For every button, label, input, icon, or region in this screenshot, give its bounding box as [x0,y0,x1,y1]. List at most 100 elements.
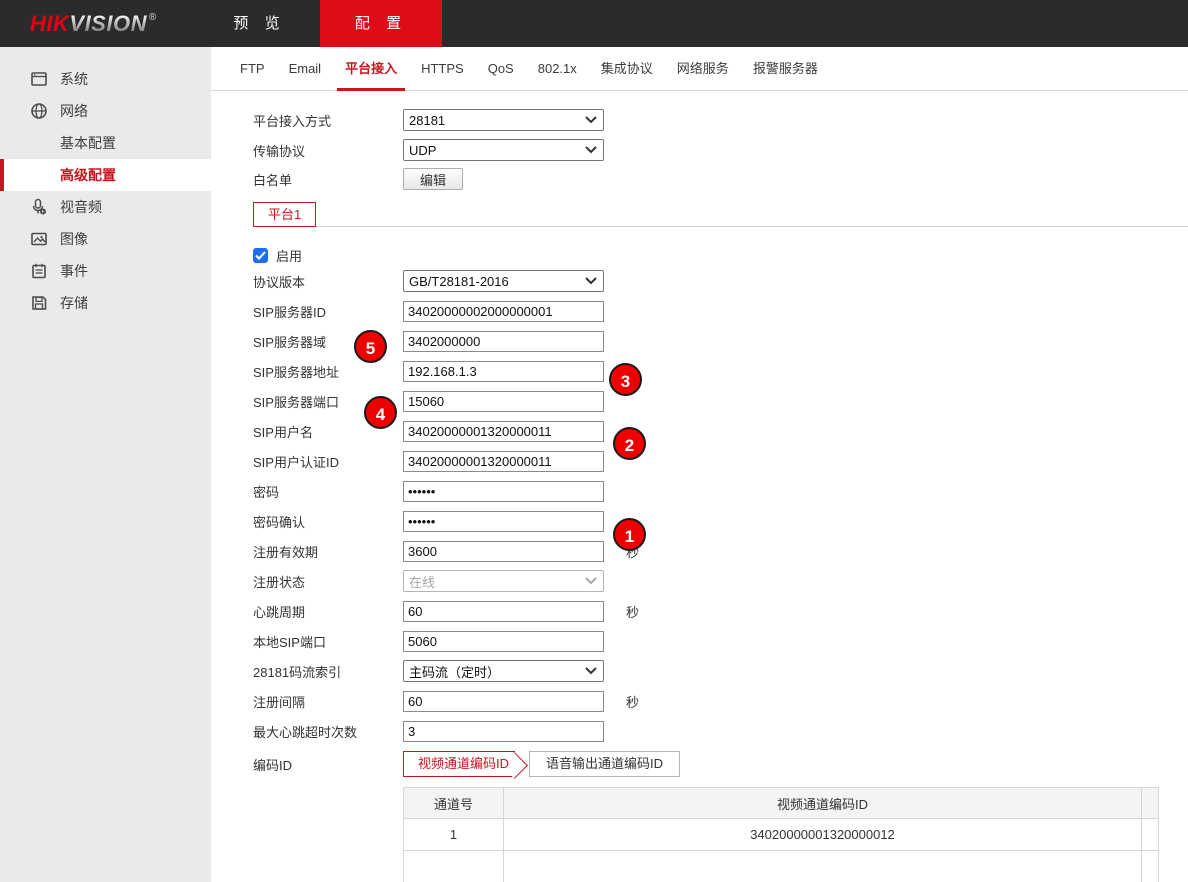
form-row-register-validity: 注册有效期 秒 [253,540,639,562]
stream-index-select[interactable]: 主码流（定时） [403,660,604,682]
protocol-version-select[interactable]: GB/T28181-2016 [403,270,604,292]
tab-8021x[interactable]: 802.1x [526,47,589,90]
channel-number-cell: 1 [404,819,504,851]
platform-tab-divider [316,226,1188,227]
encode-id-label: 编码ID [253,755,403,774]
password-label: 密码 [253,482,403,501]
password-confirm-input[interactable] [403,511,604,532]
network-settings-tabs: FTP Email 平台接入 HTTPS QoS 802.1x 集成协议 网络服… [211,47,1188,91]
sip-auth-id-label: SIP用户认证ID [253,452,403,471]
callout-badge-3: 3 [609,363,642,396]
tab-audio-output-channel-encode-id[interactable]: 语音输出通道编码ID [529,751,680,777]
table-row[interactable] [404,851,1159,882]
tab-integration-protocol[interactable]: 集成协议 [589,47,665,90]
tab-platform-access[interactable]: 平台接入 [333,47,409,90]
whitelist-edit-button[interactable]: 编辑 [403,168,463,190]
sidebar-item-basic-config[interactable]: 基本配置 [0,127,211,159]
sidebar-item-event[interactable]: 事件 [0,255,211,287]
sip-server-id-input[interactable] [403,301,604,322]
register-interval-input[interactable] [403,691,604,712]
sip-username-input[interactable] [403,421,604,442]
sip-server-port-input[interactable] [403,391,604,412]
hikvision-config-page: HIKVISION® 预 览 配 置 系统 网络 基本配置 高级配置 [0,0,1188,882]
table-cell-spacer [1142,819,1159,851]
audio-video-icon [30,198,48,216]
sidebar-item-system[interactable]: 系统 [0,63,211,95]
form-row-transport: 传输协议 UDP [253,139,604,161]
sidebar-item-storage[interactable]: 存储 [0,287,211,319]
access-mode-select[interactable]: 28181 [403,109,604,131]
sidebar-item-label: 视音频 [60,197,102,217]
sidebar-item-label: 基本配置 [60,133,116,153]
sip-server-domain-input[interactable] [403,331,604,352]
network-icon [30,102,48,120]
channel-number-header: 通道号 [404,788,504,819]
transport-select[interactable]: UDP [403,139,604,161]
chevron-down-icon [585,577,597,585]
callout-badge-1: 1 [613,518,646,551]
tab-video-channel-encode-id-label: 视频通道编码ID [418,756,509,771]
registered-mark: ® [149,12,157,23]
protocol-version-label: 协议版本 [253,272,403,291]
sip-server-id-label: SIP服务器ID [253,302,403,321]
table-row[interactable]: 1 34020000001320000012 [404,819,1159,851]
nav-preview[interactable]: 预 览 [199,0,320,47]
max-heartbeat-timeout-input[interactable] [403,721,604,742]
form-row-encode-id: 编码ID [253,753,403,775]
form-row-whitelist: 白名单 编辑 [253,168,463,190]
nav-configuration[interactable]: 配 置 [320,0,442,47]
image-icon [30,230,48,248]
sidebar-item-audio-video[interactable]: 视音频 [0,191,211,223]
sidebar-item-label: 系统 [60,69,88,89]
form-row-heartbeat-period: 心跳周期 秒 [253,600,639,622]
sidebar-item-image[interactable]: 图像 [0,223,211,255]
sip-auth-id-input[interactable] [403,451,604,472]
chevron-down-icon [585,146,597,154]
form-row-max-heartbeat-timeout: 最大心跳超时次数 [253,720,604,742]
logo-vision: VISION [69,11,147,37]
enable-label: 启用 [276,246,302,265]
tab-https[interactable]: HTTPS [409,47,476,90]
register-status-label: 注册状态 [253,572,403,591]
tab-alarm-server[interactable]: 报警服务器 [741,47,830,90]
chevron-down-icon [585,116,597,124]
heartbeat-period-input[interactable] [403,601,604,622]
video-encode-id-cell: 34020000001320000012 [504,819,1142,851]
tab-ftp[interactable]: FTP [228,47,277,90]
event-icon [30,262,48,280]
sidebar-item-label: 图像 [60,229,88,249]
heartbeat-period-label: 心跳周期 [253,602,403,621]
tab-network-service[interactable]: 网络服务 [665,47,741,90]
register-interval-unit: 秒 [626,692,639,711]
sidebar: 系统 网络 基本配置 高级配置 视音频 图像 [0,47,211,882]
tab-video-channel-encode-id[interactable]: 视频通道编码ID [403,751,515,777]
video-encode-id-cell [504,851,1142,882]
form-row-local-sip-port: 本地SIP端口 [253,630,604,652]
transport-label: 传输协议 [253,141,403,160]
form-row-stream-index: 28181码流索引 主码流（定时） [253,660,604,682]
encode-id-tabs: 视频通道编码ID 语音输出通道编码ID [403,751,680,777]
register-validity-input[interactable] [403,541,604,562]
max-heartbeat-timeout-label: 最大心跳超时次数 [253,722,403,741]
stream-index-value: 主码流（定时） [409,662,500,681]
form-row-register-interval: 注册间隔 秒 [253,690,639,712]
sidebar-item-network[interactable]: 网络 [0,95,211,127]
form-row-access-mode: 平台接入方式 28181 [253,109,604,131]
heartbeat-period-unit: 秒 [626,602,639,621]
sip-server-address-input[interactable] [403,361,604,382]
topbar: HIKVISION® 预 览 配 置 [0,0,1188,47]
form-row-enable: 启用 [253,244,302,266]
enable-checkbox[interactable] [253,248,268,263]
local-sip-port-input[interactable] [403,631,604,652]
tab-qos[interactable]: QoS [476,47,526,90]
hikvision-logo: HIKVISION® [30,0,157,47]
channel-number-cell [404,851,504,882]
platform1-tab[interactable]: 平台1 [253,202,316,227]
tab-email[interactable]: Email [277,47,334,90]
form-row-protocol-version: 协议版本 GB/T28181-2016 [253,270,604,292]
system-icon [30,70,48,88]
password-confirm-label: 密码确认 [253,512,403,531]
sidebar-item-advanced-config[interactable]: 高级配置 [0,159,211,191]
password-input[interactable] [403,481,604,502]
form-row-password: 密码 [253,480,604,502]
